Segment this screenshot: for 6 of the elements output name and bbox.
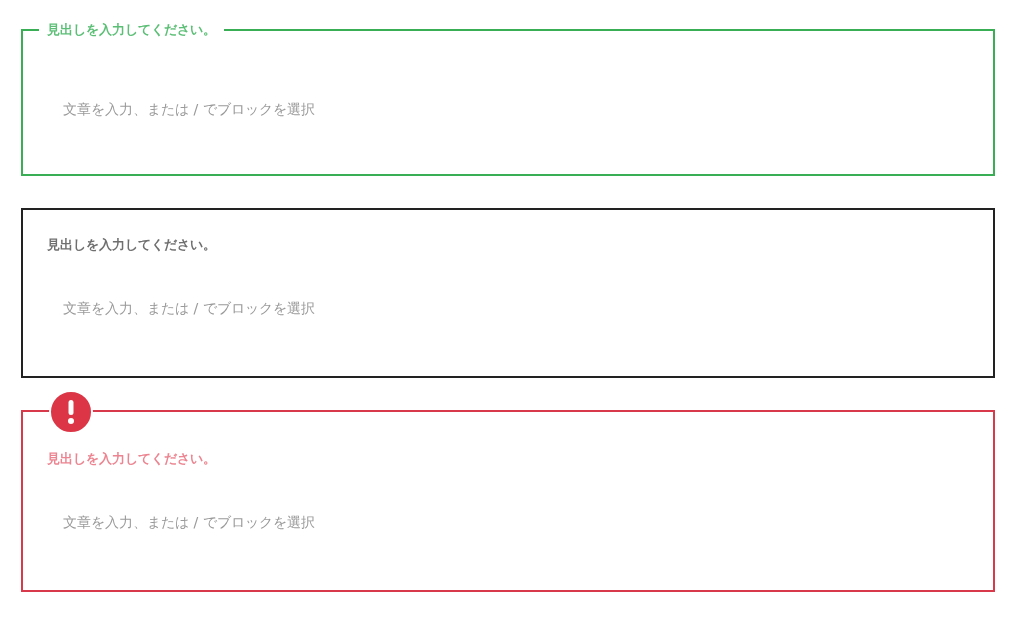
heading-text: 見出しを入力してください。 bbox=[39, 21, 224, 39]
body-input-field[interactable]: 文章を入力、または / でブロックを選択 bbox=[63, 512, 483, 532]
body-input-field[interactable]: 文章を入力、または / でブロックを選択 bbox=[63, 298, 483, 318]
heading-text: 見出しを入力してください。 bbox=[47, 236, 217, 254]
body-input-field[interactable]: 文章を入力、または / でブロックを選択 bbox=[63, 99, 483, 119]
heading-text: 見出しを入力してください。 bbox=[47, 450, 217, 468]
